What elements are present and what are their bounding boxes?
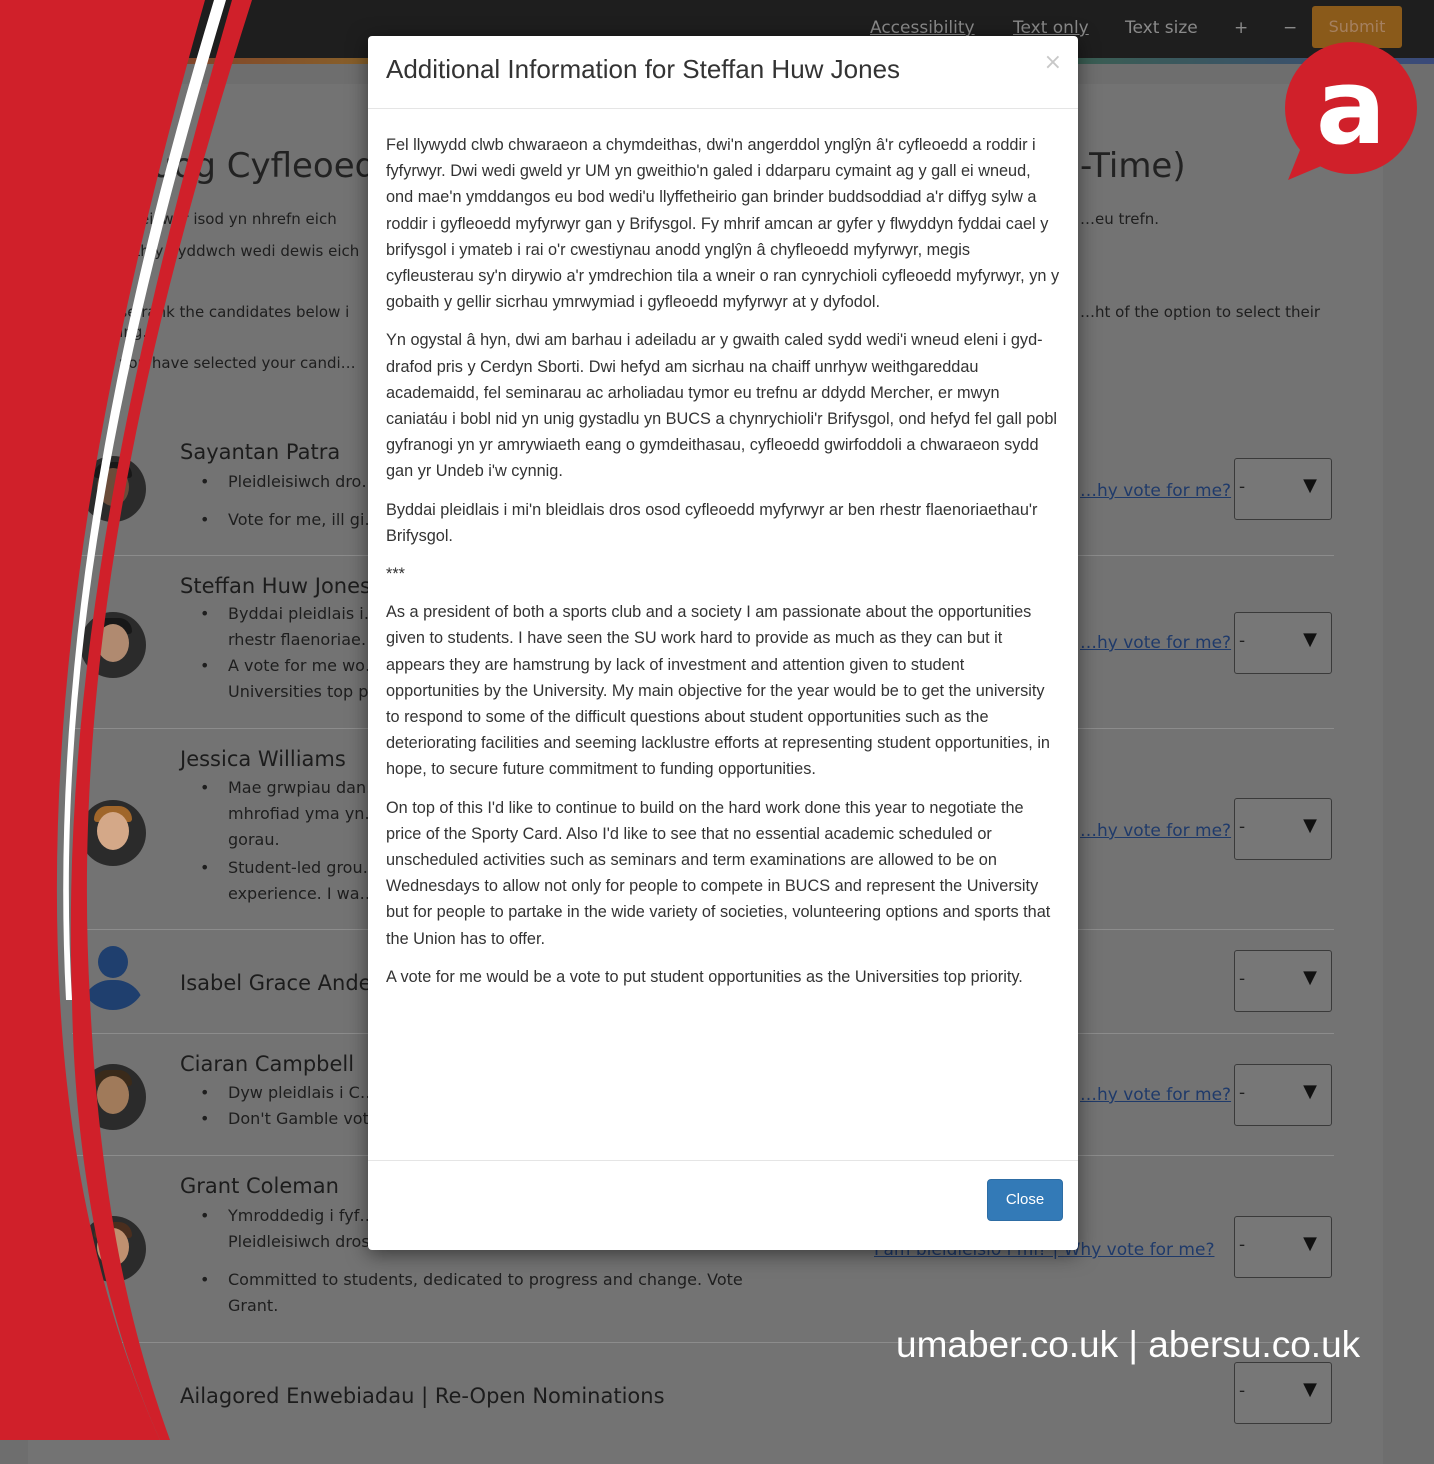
close-icon[interactable]: × <box>1044 50 1062 75</box>
intro-english-line: …ease rank the candidates below i <box>86 303 350 321</box>
manifesto-paragraph: As a president of both a sports club and… <box>386 603 1050 779</box>
manifesto-paragraph: Fel llywydd clwb chwaraeon a chymdeithas… <box>386 136 1060 312</box>
manifesto-paragraph: Yn ogystal â hyn, dwi am barhau i adeila… <box>386 331 1058 481</box>
modal-header: Additional Information for Steffan Huw J… <box>368 36 1078 109</box>
modal-footer: Close <box>368 1160 1078 1251</box>
close-button[interactable]: Close <box>987 1179 1063 1221</box>
text-only-link[interactable]: Text only <box>1013 18 1089 38</box>
text-size-decrease-button[interactable]: − <box>1283 18 1297 38</box>
rank-select[interactable]: - ▼ <box>1234 1064 1332 1126</box>
dropdown-arrow-icon: ▼ <box>1303 1379 1317 1400</box>
manifesto-paragraph: Byddai pleidlais i mi'n bleidlais dros o… <box>386 500 1038 545</box>
modal-title: Additional Information for Steffan Huw J… <box>386 54 901 84</box>
intro-welsh-line: …ngeiswyr isod yn nhrefn eich <box>106 210 337 228</box>
intro-welsh-line-right: …eu trefn. <box>1080 210 1160 228</box>
candidate-name: Steffan Huw Jones <box>180 574 371 598</box>
candidate-name: Ailagored Enwebiadau | Re-Open Nominatio… <box>180 1384 665 1408</box>
dropdown-arrow-icon: ▼ <box>1303 967 1317 988</box>
union-logo-icon: a <box>1285 42 1417 180</box>
candidate-photo <box>80 800 146 866</box>
rank-select[interactable]: - ▼ <box>1234 458 1332 520</box>
intro-english-line-right: …ht of the option to select their <box>1080 303 1321 321</box>
rank-select[interactable]: - ▼ <box>1234 798 1332 860</box>
manifesto-paragraph: On top of this I'd like to continue to b… <box>386 798 1051 948</box>
text-size-increase-button[interactable]: + <box>1234 18 1248 38</box>
page-title: …uog Cyfleoedd <box>118 146 398 186</box>
candidate-name: Ciaran Campbell <box>180 1052 355 1076</box>
why-vote-link[interactable]: …hy vote for me? <box>1080 821 1231 841</box>
dropdown-arrow-icon: ▼ <box>1303 1233 1317 1254</box>
candidate-photo <box>80 456 146 522</box>
candidate-info-modal: Additional Information for Steffan Huw J… <box>368 36 1078 1250</box>
why-vote-link[interactable]: …hy vote for me? <box>1080 633 1231 653</box>
rank-select[interactable]: - ▼ <box>1234 950 1332 1012</box>
candidate-photo <box>80 1216 146 1282</box>
default-avatar-icon <box>80 1362 146 1428</box>
intro-welsh-line: …aith y byddwch wedi dewis eich <box>106 242 360 260</box>
intro-english-line: …nking. <box>86 323 148 341</box>
why-vote-link[interactable]: …hy vote for me? <box>1080 481 1231 501</box>
candidate-photo <box>80 612 146 678</box>
dropdown-arrow-icon: ▼ <box>1303 1081 1317 1102</box>
rank-select[interactable]: - ▼ <box>1234 1216 1332 1278</box>
text-size-label: Text size <box>1125 18 1198 38</box>
manifesto-separator: *** <box>386 565 406 584</box>
accessibility-link[interactable]: Accessibility <box>870 18 975 38</box>
candidate-name: Sayantan Patra <box>180 440 341 464</box>
rank-select[interactable]: - ▼ <box>1234 612 1332 674</box>
candidate-name: Jessica Williams <box>180 747 346 771</box>
default-avatar-icon <box>80 944 146 1010</box>
rank-select[interactable]: - ▼ <box>1234 1362 1332 1424</box>
modal-body: Fel llywydd clwb chwaraeon a chymdeithas… <box>386 132 1060 1002</box>
candidate-name: Grant Coleman <box>180 1174 339 1198</box>
intro-english-line: Once you have selected your candi… <box>76 354 356 372</box>
dropdown-arrow-icon: ▼ <box>1303 629 1317 650</box>
footer-url: umaber.co.uk | abersu.co.uk <box>896 1324 1361 1365</box>
why-vote-link[interactable]: …hy vote for me? <box>1080 1085 1231 1105</box>
svg-text:a: a <box>1316 46 1386 168</box>
manifesto-paragraph: A vote for me would be a vote to put stu… <box>386 967 1023 986</box>
dropdown-arrow-icon: ▼ <box>1303 475 1317 496</box>
dropdown-arrow-icon: ▼ <box>1303 815 1317 836</box>
page-title-suffix: -Time) <box>1080 146 1186 186</box>
candidate-photo <box>80 1064 146 1130</box>
